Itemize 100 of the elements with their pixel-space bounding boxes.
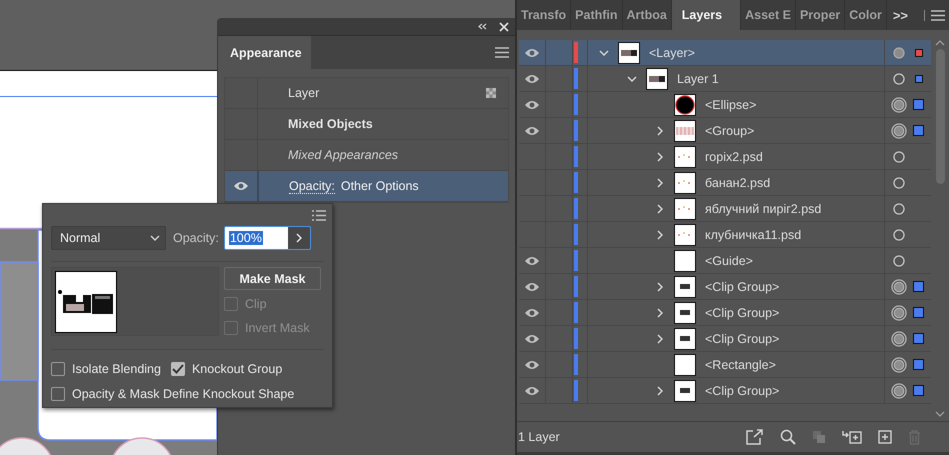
layer-row[interactable]: <Group> (519, 118, 931, 144)
blend-mode-dropdown[interactable]: Normal (51, 226, 166, 250)
eye-icon[interactable] (524, 74, 540, 84)
target-circle-icon[interactable] (891, 96, 907, 112)
layer-row[interactable]: Layer 1 (519, 66, 931, 92)
layer-row[interactable]: <Clip Group> (519, 274, 931, 300)
chevron-right-icon[interactable] (657, 230, 663, 240)
panel-tab[interactable]: Layers (672, 0, 742, 30)
eye-icon[interactable] (524, 100, 540, 110)
make-mask-button[interactable]: Make Mask (224, 267, 321, 290)
target-circle-icon[interactable] (891, 356, 907, 372)
chevron-right-icon[interactable] (657, 126, 663, 136)
layer-row[interactable]: <Rectangle> (519, 352, 931, 378)
target-circle-icon[interactable] (893, 72, 905, 84)
appearance-row[interactable]: Mixed Objects (225, 109, 508, 140)
target-circle-icon[interactable] (893, 176, 905, 188)
eye-icon[interactable] (233, 181, 249, 191)
selection-indicator[interactable] (915, 48, 923, 56)
layer-thumbnail (674, 302, 696, 324)
layer-row[interactable]: <Ellipse> (519, 92, 931, 118)
layer-name: <Ellipse> (705, 98, 756, 112)
eye-icon[interactable] (524, 282, 540, 292)
checkbox[interactable] (51, 386, 65, 400)
new-layer-icon[interactable] (878, 430, 892, 444)
selection-indicator[interactable] (913, 333, 924, 344)
chevron-down-icon[interactable] (599, 50, 609, 56)
appearance-row[interactable]: Mixed Appearances (225, 140, 508, 171)
chevron-right-icon[interactable] (657, 282, 663, 292)
eye-icon[interactable] (524, 48, 540, 58)
chevron-right-icon[interactable] (657, 152, 663, 162)
target-circle-icon[interactable] (893, 46, 905, 58)
layer-row[interactable]: <Guide> (519, 248, 931, 274)
target-circle-icon[interactable] (893, 150, 905, 162)
selection-indicator[interactable] (913, 281, 924, 292)
opacity-link[interactable]: Opacity: (289, 178, 335, 194)
layer-name: <Group> (705, 124, 754, 138)
chevron-right-icon[interactable] (657, 308, 663, 318)
chevron-right-icon[interactable] (657, 204, 663, 214)
close-icon[interactable] (499, 22, 509, 32)
selection-indicator[interactable] (913, 385, 924, 396)
appearance-title: Layer (288, 86, 320, 100)
scroll-up-icon[interactable] (935, 40, 945, 46)
target-circle-icon[interactable] (891, 122, 907, 138)
eye-icon[interactable] (524, 308, 540, 318)
layer-thumbnail (674, 224, 696, 246)
target-circle-icon[interactable] (893, 202, 905, 214)
panel-tab[interactable]: Transfo (517, 0, 572, 30)
appearance-row[interactable]: Opacity: Other Options (225, 171, 508, 202)
panel-tab[interactable]: Asset E (741, 0, 796, 30)
chevron-right-icon[interactable] (657, 178, 663, 188)
layer-row[interactable]: клубничка11.psd (519, 222, 931, 248)
layer-name: <Clip Group> (705, 306, 780, 320)
collapse-icon[interactable] (478, 23, 487, 30)
layer-row[interactable]: <Clip Group> (519, 378, 931, 404)
chevron-right-icon[interactable] (657, 386, 663, 396)
layer-row[interactable]: горіх2.psd (519, 144, 931, 170)
eye-icon[interactable] (524, 334, 540, 344)
layer-row[interactable]: яблучний пиріг2.psd (519, 196, 931, 222)
layer-thumbnail (674, 328, 696, 350)
layer-row[interactable]: <Layer> (519, 40, 931, 66)
chevron-down-icon[interactable] (627, 76, 637, 82)
layer-row[interactable]: банан2.psd (519, 170, 931, 196)
move-to-layer-icon[interactable] (842, 430, 862, 444)
target-circle-icon[interactable] (891, 382, 907, 398)
chevron-right-icon[interactable] (657, 334, 663, 344)
export-icon[interactable] (746, 429, 764, 445)
target-circle-icon[interactable] (891, 304, 907, 320)
eye-icon[interactable] (524, 386, 540, 396)
list-menu-icon[interactable] (312, 210, 326, 221)
checkbox-label: Isolate Blending (72, 362, 161, 376)
layer-name: <Rectangle> (705, 358, 776, 372)
appearance-row[interactable]: Layer (225, 78, 508, 109)
menu-icon[interactable] (495, 47, 509, 58)
layer-name: горіх2.psd (705, 150, 763, 164)
selection-indicator[interactable] (913, 125, 924, 136)
selection-indicator[interactable] (913, 307, 924, 318)
layer-row[interactable]: <Clip Group> (519, 326, 931, 352)
eye-icon[interactable] (524, 126, 540, 136)
panel-tab[interactable]: Pathfin (571, 0, 623, 30)
search-icon[interactable] (780, 429, 796, 445)
target-circle-icon[interactable] (893, 254, 905, 266)
selection-indicator[interactable] (913, 359, 924, 370)
appearance-tab[interactable]: Appearance (218, 36, 311, 69)
panel-tab[interactable]: Proper (796, 0, 846, 30)
selection-indicator[interactable] (915, 74, 923, 82)
checkbox[interactable] (51, 362, 65, 376)
target-circle-icon[interactable] (891, 330, 907, 346)
eye-icon[interactable] (524, 256, 540, 266)
checkbox[interactable] (170, 362, 185, 376)
layer-thumbnail (674, 354, 696, 376)
menu-icon[interactable] (924, 10, 945, 20)
checkbox-label: Knockout Group (192, 362, 282, 376)
panel-tab[interactable]: Color (845, 0, 887, 30)
selection-indicator[interactable] (913, 99, 924, 110)
scroll-down-icon[interactable] (935, 411, 945, 417)
layer-row[interactable]: <Clip Group> (519, 300, 931, 326)
more-tabs-button[interactable]: >> (892, 8, 908, 22)
target-circle-icon[interactable] (891, 278, 907, 294)
eye-icon[interactable] (524, 360, 540, 370)
target-circle-icon[interactable] (893, 228, 905, 240)
